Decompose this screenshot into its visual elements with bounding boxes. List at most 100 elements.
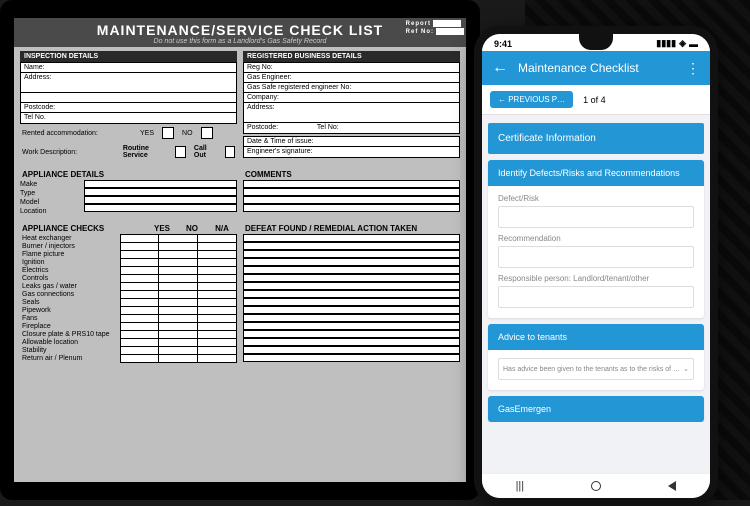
field-name[interactable]: Name: [21,63,236,73]
check-yes[interactable] [120,291,159,299]
defeat-line[interactable] [243,322,460,330]
field-engineer[interactable]: Gas Engineer: [244,73,459,83]
location-field[interactable] [84,204,237,212]
input-recommendation[interactable] [498,246,694,268]
nav-home-icon[interactable] [591,481,601,491]
defeat-line[interactable] [243,250,460,258]
check-no[interactable] [159,243,198,251]
model-field[interactable] [84,196,237,204]
field-gassafe[interactable]: Gas Safe registered engineer No: [244,83,459,93]
check-yes[interactable] [120,251,159,259]
check-na[interactable] [198,299,237,307]
check-na[interactable] [198,259,237,267]
check-yes[interactable] [120,307,159,315]
check-yes[interactable] [120,275,159,283]
defeat-line[interactable] [243,346,460,354]
routine-checkbox[interactable] [175,146,185,158]
field-postcode[interactable]: Postcode: [21,103,236,113]
check-na[interactable] [198,347,237,355]
make-field[interactable] [84,180,237,188]
check-no[interactable] [159,339,198,347]
check-yes[interactable] [120,267,159,275]
input-defect[interactable] [498,206,694,228]
check-no[interactable] [159,355,198,363]
defeat-line[interactable] [243,338,460,346]
rented-yes-checkbox[interactable] [162,127,174,139]
check-na[interactable] [198,275,237,283]
check-no[interactable] [159,267,198,275]
check-no[interactable] [159,299,198,307]
check-no[interactable] [159,331,198,339]
field-company[interactable]: Company: [244,93,459,103]
defeat-line[interactable] [243,266,460,274]
check-na[interactable] [198,307,237,315]
check-yes[interactable] [120,355,159,363]
defeat-line[interactable] [243,282,460,290]
check-yes[interactable] [120,235,159,243]
check-no[interactable] [159,283,198,291]
check-no[interactable] [159,275,198,283]
check-no[interactable] [159,323,198,331]
check-na[interactable] [198,331,237,339]
comments-line[interactable] [243,188,460,196]
check-na[interactable] [198,251,237,259]
check-no[interactable] [159,347,198,355]
defeat-line[interactable] [243,330,460,338]
check-yes[interactable] [120,283,159,291]
field-sig[interactable]: Engineer's signature: [244,147,459,157]
check-na[interactable] [198,243,237,251]
defeat-line[interactable] [243,306,460,314]
back-icon[interactable]: ← [492,59,508,77]
select-advice[interactable]: Has advice been given to the tenants as … [498,358,694,380]
callout-checkbox[interactable] [225,146,235,158]
defeat-line[interactable] [243,290,460,298]
check-na[interactable] [198,283,237,291]
comments-line[interactable] [243,204,460,212]
field-blank[interactable] [21,93,236,103]
check-na[interactable] [198,355,237,363]
field-biz-postcode[interactable]: Postcode: Tel No: [244,123,459,133]
check-na[interactable] [198,315,237,323]
defeat-line[interactable] [243,298,460,306]
defeat-line[interactable] [243,354,460,362]
check-yes[interactable] [120,331,159,339]
nav-back-icon[interactable] [668,481,676,491]
check-no[interactable] [159,315,198,323]
defeat-line[interactable] [243,314,460,322]
nav-recent-icon[interactable]: ||| [516,480,525,492]
field-reg[interactable]: Reg No: [244,63,459,73]
check-na[interactable] [198,235,237,243]
check-no[interactable] [159,251,198,259]
menu-icon[interactable]: ⋮ [686,60,700,77]
check-yes[interactable] [120,259,159,267]
check-yes[interactable] [120,243,159,251]
field-date[interactable]: Date & Time of issue: [244,137,459,147]
field-tel[interactable]: Tel No. [21,113,236,123]
defeat-line[interactable] [243,234,460,242]
field-address[interactable]: Address: [21,73,236,93]
check-yes[interactable] [120,299,159,307]
rented-no-checkbox[interactable] [201,127,213,139]
check-no[interactable] [159,307,198,315]
defeat-title: DEFEAT FOUND / REMEDIAL ACTION TAKEN [243,220,460,234]
field-biz-address[interactable]: Address: [244,103,459,123]
check-no[interactable] [159,259,198,267]
input-responsible[interactable] [498,286,694,308]
defeat-line[interactable] [243,258,460,266]
defeat-line[interactable] [243,242,460,250]
check-no[interactable] [159,291,198,299]
check-na[interactable] [198,323,237,331]
check-no[interactable] [159,235,198,243]
check-na[interactable] [198,267,237,275]
comments-line[interactable] [243,196,460,204]
check-yes[interactable] [120,339,159,347]
check-na[interactable] [198,339,237,347]
check-yes[interactable] [120,347,159,355]
defeat-line[interactable] [243,274,460,282]
type-field[interactable] [84,188,237,196]
check-yes[interactable] [120,315,159,323]
check-yes[interactable] [120,323,159,331]
comments-line[interactable] [243,180,460,188]
check-na[interactable] [198,291,237,299]
prev-button[interactable]: ← PREVIOUS P… [490,91,573,108]
